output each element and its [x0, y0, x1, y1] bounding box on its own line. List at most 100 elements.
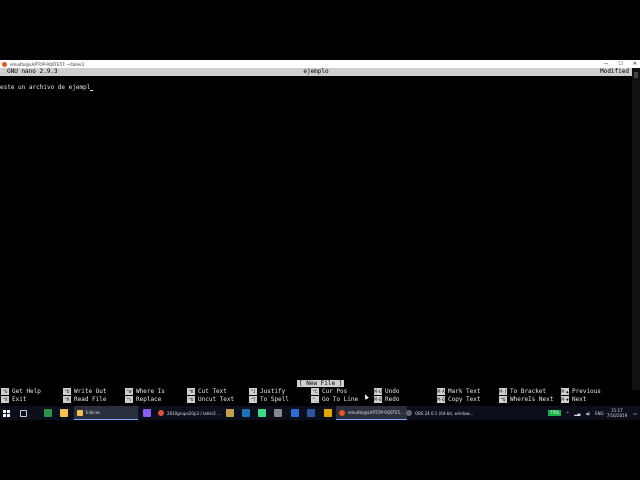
editor-line-1: este un archivo de ejempl: [0, 84, 91, 91]
language-indicator[interactable]: ENG: [595, 411, 604, 416]
taskbar-app-5[interactable]: [242, 406, 250, 420]
taskbar-app-3[interactable]: [143, 406, 151, 420]
shortcut-label: To Bracket: [510, 388, 547, 395]
shortcut-previous[interactable]: M-▲ Previous: [561, 388, 601, 396]
shortcut-write-out[interactable]: ^O Write Out: [63, 388, 107, 396]
taskbar-app-1[interactable]: [44, 406, 52, 420]
scrollbar-thumb[interactable]: [634, 72, 638, 78]
shortcut-undo[interactable]: M-U Undo: [374, 388, 399, 396]
nano-header: GNU nano 2.9.3 ejemplo Modified: [0, 68, 632, 76]
minimize-button[interactable]: —: [603, 61, 608, 67]
shortcut-where-is[interactable]: ^W Where Is: [125, 388, 165, 396]
shortcut-bar: ^G Get Help ^O Write Out ^W Where Is ^K Cut …: [0, 388, 632, 404]
task-terminal[interactable]: emu4to@LAPTOP-9Q0TE5...: [336, 406, 407, 420]
task-label: emu4to@LAPTOP-9Q0TE5...: [348, 410, 404, 415]
app-icon: [242, 409, 250, 417]
ubuntu-icon: [339, 409, 345, 416]
shortcut-label: Copy Text: [448, 396, 481, 403]
taskbar-app-7[interactable]: [274, 406, 282, 420]
obs-icon: [406, 410, 412, 416]
shortcut-mark-text[interactable]: M-A Mark Text: [437, 388, 481, 396]
battery-indicator[interactable]: 75%: [548, 410, 561, 416]
shortcut-exit[interactable]: ^X Exit: [1, 396, 26, 404]
app-icon: [258, 409, 266, 417]
shortcut-get-help[interactable]: ^G Get Help: [1, 388, 41, 396]
shortcut-label: WhereIs Next: [510, 396, 554, 403]
task-browser[interactable]: 2810grupo20p3 / taller2 ...: [155, 406, 224, 420]
taskbar-search-box[interactable]: Índices: [74, 406, 138, 420]
shortcut-key: ^Q: [499, 396, 507, 403]
tray-up-arrow-icon[interactable]: ^: [566, 411, 569, 416]
taskbar-app-4[interactable]: [226, 406, 234, 420]
search-field[interactable]: Índices: [74, 406, 138, 420]
shortcut-label: Where Is: [136, 388, 165, 395]
shortcut-key: ^O: [63, 388, 71, 395]
window-title: emu4to@LAPTOP-9Q0TE5T: ~/taller2: [10, 61, 85, 67]
taskbar-app-10[interactable]: [324, 406, 332, 420]
notifications-icon[interactable]: ▭: [633, 411, 637, 416]
shortcut-redo[interactable]: M-E Redo: [374, 396, 399, 404]
shortcut-to-bracket[interactable]: M-] To Bracket: [499, 388, 546, 396]
shortcut-label: Get Help: [12, 388, 41, 395]
shortcut-label: Next: [572, 396, 587, 403]
shortcut-key: ^U: [187, 396, 195, 403]
shortcut-label: Mark Text: [448, 388, 481, 395]
shortcut-read-file[interactable]: ^R Read File: [63, 396, 107, 404]
app-icon: [226, 409, 234, 417]
shortcut-label: Exit: [12, 396, 27, 403]
shortcut-key: ^T: [249, 396, 257, 403]
shortcut-key: ^J: [249, 388, 257, 395]
task-obs[interactable]: OBS 24.0.1 (64-bit, window...: [403, 406, 476, 420]
window-titlebar[interactable]: emu4to@LAPTOP-9Q0TE5T: ~/taller2 — ☐ ✕: [0, 60, 640, 68]
maximize-button[interactable]: ☐: [618, 61, 622, 67]
app-icon: [274, 409, 282, 417]
windows-icon: [3, 409, 10, 417]
nano-modified-flag: Modified: [600, 68, 629, 75]
taskbar-app-6[interactable]: [258, 406, 266, 420]
clock[interactable]: 21:17 7/16/2019: [607, 408, 628, 418]
word-icon: [307, 409, 315, 417]
shortcut-justify[interactable]: ^J Justify: [249, 388, 285, 396]
volume-icon[interactable]: ◀): [585, 411, 590, 416]
shortcut-go-to-line[interactable]: ^_ Go To Line: [311, 396, 358, 404]
task-button[interactable]: emu4to@LAPTOP-9Q0TE5...: [336, 406, 407, 420]
taskbar-app-8[interactable]: [291, 406, 299, 420]
chrome-icon: [158, 410, 164, 416]
shortcut-to-spell[interactable]: ^T To Spell: [249, 396, 289, 404]
shortcut-cut-text[interactable]: ^K Cut Text: [187, 388, 227, 396]
shortcut-copy-text[interactable]: M-6 Copy Text: [437, 396, 481, 404]
task-label: OBS 24.0.1 (64-bit, window...: [415, 410, 474, 416]
app-icon: [60, 409, 68, 417]
shortcut-cur-pos[interactable]: ^C Cur Pos: [311, 388, 347, 396]
search-text: Índices: [86, 410, 101, 415]
terminal-scrollbar[interactable]: [632, 68, 640, 390]
shortcut-whereis-next[interactable]: ^Q WhereIs Next: [499, 396, 553, 404]
shortcut-key: M-U: [374, 388, 382, 395]
shortcut-key: ^X: [1, 396, 9, 403]
folder-icon: [77, 409, 83, 416]
shortcut-label: Previous: [572, 388, 601, 395]
shortcut-key: ^_: [311, 396, 319, 403]
start-button[interactable]: [3, 406, 11, 420]
taskbar-app-2[interactable]: [60, 406, 68, 420]
shortcut-uncut-text[interactable]: ^U Uncut Text: [187, 396, 234, 404]
shortcut-replace[interactable]: ^\ Replace: [125, 396, 161, 404]
shortcut-label: Go To Line: [322, 396, 359, 403]
task-button[interactable]: 2810grupo20p3 / taller2 ...: [155, 406, 224, 420]
task-button[interactable]: OBS 24.0.1 (64-bit, window...: [403, 406, 476, 420]
shortcut-key: ^\: [125, 396, 133, 403]
shortcut-next[interactable]: M-▼ Next: [561, 396, 586, 404]
taskbar-app-9[interactable]: [307, 406, 315, 420]
shortcut-label: Cur Pos: [322, 388, 348, 395]
app-icon: [291, 409, 299, 417]
task-view-button[interactable]: [20, 406, 27, 420]
shortcut-key: M-]: [499, 388, 507, 395]
taskbar: Índices 2810grupo20p3 / taller2 ... emu4…: [0, 406, 640, 420]
shortcut-key: M-▲: [561, 388, 569, 395]
app-icon: [44, 409, 52, 417]
shortcut-key: ^C: [311, 388, 319, 395]
editor-area[interactable]: este un archivo de ejempl: [0, 84, 630, 92]
close-button[interactable]: ✕: [633, 61, 637, 67]
task-label: 2810grupo20p3 / taller2 ...: [167, 410, 221, 416]
network-icon[interactable]: ▂▄: [574, 411, 580, 416]
